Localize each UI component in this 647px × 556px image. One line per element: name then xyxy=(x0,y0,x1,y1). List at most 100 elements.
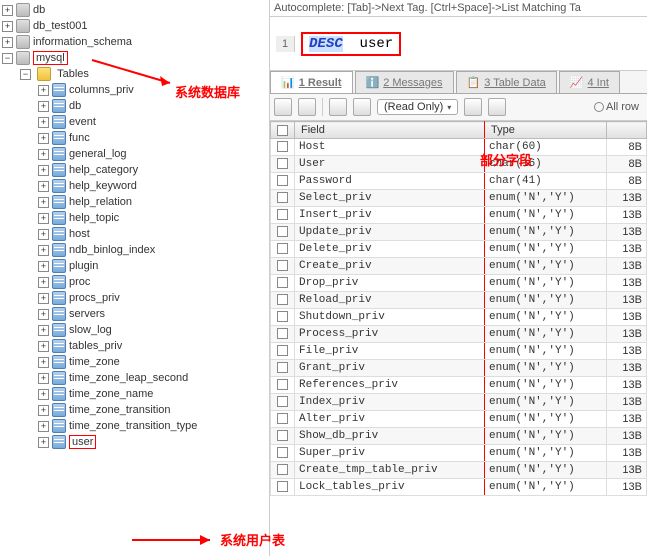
expand-icon[interactable]: + xyxy=(38,181,49,192)
row-checkbox[interactable] xyxy=(271,241,295,258)
table-row[interactable]: Insert_privenum('N','Y')13B xyxy=(271,207,647,224)
expand-icon[interactable]: + xyxy=(38,149,49,160)
tree-table-general_log[interactable]: +general_log xyxy=(38,146,267,162)
copy-icon[interactable] xyxy=(298,98,316,116)
tree-table-event[interactable]: +event xyxy=(38,114,267,130)
table-row[interactable]: Create_privenum('N','Y')13B xyxy=(271,258,647,275)
tree-table-help_category[interactable]: +help_category xyxy=(38,162,267,178)
tree-table-func[interactable]: +func xyxy=(38,130,267,146)
table-row[interactable]: File_privenum('N','Y')13B xyxy=(271,343,647,360)
column-size[interactable] xyxy=(607,122,647,139)
tab-messages[interactable]: ℹ️ 2 Messages xyxy=(355,71,454,93)
tree-table-user[interactable]: +user xyxy=(38,434,267,450)
readonly-dropdown[interactable]: (Read Only) xyxy=(377,99,458,115)
tree-table-ndb_binlog_index[interactable]: +ndb_binlog_index xyxy=(38,242,267,258)
expand-icon[interactable]: + xyxy=(38,117,49,128)
allrow-radio[interactable]: All row xyxy=(594,101,639,113)
tree-db-mysql[interactable]: −mysql xyxy=(2,50,267,66)
tree-table-help_topic[interactable]: +help_topic xyxy=(38,210,267,226)
add-row-icon[interactable] xyxy=(329,98,347,116)
tree-db-information_schema[interactable]: +information_schema xyxy=(2,34,267,50)
row-checkbox[interactable] xyxy=(271,360,295,377)
tree-table-proc[interactable]: +proc xyxy=(38,274,267,290)
table-row[interactable]: Lock_tables_privenum('N','Y')13B xyxy=(271,479,647,496)
tree-table-host[interactable]: +host xyxy=(38,226,267,242)
expand-icon[interactable]: + xyxy=(38,373,49,384)
table-row[interactable]: Reload_privenum('N','Y')13B xyxy=(271,292,647,309)
row-checkbox[interactable] xyxy=(271,428,295,445)
row-checkbox[interactable] xyxy=(271,173,295,190)
tree-table-servers[interactable]: +servers xyxy=(38,306,267,322)
expand-icon[interactable]: + xyxy=(38,261,49,272)
expand-icon[interactable]: + xyxy=(2,21,13,32)
expand-icon[interactable]: + xyxy=(38,165,49,176)
row-checkbox[interactable] xyxy=(271,156,295,173)
expand-icon[interactable]: + xyxy=(38,357,49,368)
tree-table-time_zone_leap_second[interactable]: +time_zone_leap_second xyxy=(38,370,267,386)
table-row[interactable]: Passwordchar(41)8B xyxy=(271,173,647,190)
row-checkbox[interactable] xyxy=(271,207,295,224)
tree-table-time_zone_name[interactable]: +time_zone_name xyxy=(38,386,267,402)
save-icon[interactable] xyxy=(464,98,482,116)
row-checkbox[interactable] xyxy=(271,394,295,411)
checkbox-header[interactable] xyxy=(271,122,295,139)
expand-icon[interactable]: + xyxy=(38,389,49,400)
tree-table-time_zone[interactable]: +time_zone xyxy=(38,354,267,370)
expand-icon[interactable]: + xyxy=(38,421,49,432)
tree-table-slow_log[interactable]: +slow_log xyxy=(38,322,267,338)
tree-table-columns_priv[interactable]: +columns_priv xyxy=(38,82,267,98)
collapse-icon[interactable]: − xyxy=(20,69,31,80)
refresh-icon[interactable] xyxy=(488,98,506,116)
row-checkbox[interactable] xyxy=(271,275,295,292)
table-row[interactable]: Process_privenum('N','Y')13B xyxy=(271,326,647,343)
tree-tables-folder[interactable]: − Tables xyxy=(20,66,267,82)
tree-table-tables_priv[interactable]: +tables_priv xyxy=(38,338,267,354)
expand-icon[interactable]: + xyxy=(38,293,49,304)
tree-table-help_relation[interactable]: +help_relation xyxy=(38,194,267,210)
tree-table-help_keyword[interactable]: +help_keyword xyxy=(38,178,267,194)
row-checkbox[interactable] xyxy=(271,411,295,428)
row-checkbox[interactable] xyxy=(271,258,295,275)
row-checkbox[interactable] xyxy=(271,309,295,326)
expand-icon[interactable]: + xyxy=(38,133,49,144)
row-checkbox[interactable] xyxy=(271,479,295,496)
table-row[interactable]: References_privenum('N','Y')13B xyxy=(271,377,647,394)
duplicate-row-icon[interactable] xyxy=(353,98,371,116)
table-row[interactable]: Update_privenum('N','Y')13B xyxy=(271,224,647,241)
tree-db-db_test001[interactable]: +db_test001 xyxy=(2,18,267,34)
column-field[interactable]: Field xyxy=(295,122,485,139)
expand-icon[interactable]: + xyxy=(2,5,13,16)
expand-icon[interactable]: + xyxy=(38,197,49,208)
expand-icon[interactable]: + xyxy=(38,85,49,96)
column-type[interactable]: Type xyxy=(484,122,606,139)
expand-icon[interactable]: + xyxy=(38,325,49,336)
table-row[interactable]: Index_privenum('N','Y')13B xyxy=(271,394,647,411)
table-row[interactable]: Delete_privenum('N','Y')13B xyxy=(271,241,647,258)
expand-icon[interactable]: + xyxy=(38,341,49,352)
table-row[interactable]: Userchar(16)8B xyxy=(271,156,647,173)
expand-icon[interactable]: + xyxy=(2,37,13,48)
table-row[interactable]: Alter_privenum('N','Y')13B xyxy=(271,411,647,428)
tree-table-time_zone_transition_type[interactable]: +time_zone_transition_type xyxy=(38,418,267,434)
tree-table-procs_priv[interactable]: +procs_priv xyxy=(38,290,267,306)
table-row[interactable]: Create_tmp_table_privenum('N','Y')13B xyxy=(271,462,647,479)
row-checkbox[interactable] xyxy=(271,377,295,394)
expand-icon[interactable]: + xyxy=(38,229,49,240)
table-row[interactable]: Grant_privenum('N','Y')13B xyxy=(271,360,647,377)
expand-icon[interactable]: + xyxy=(38,309,49,320)
row-checkbox[interactable] xyxy=(271,139,295,156)
row-checkbox[interactable] xyxy=(271,224,295,241)
table-row[interactable]: Drop_privenum('N','Y')13B xyxy=(271,275,647,292)
expand-icon[interactable]: + xyxy=(38,277,49,288)
tab-result[interactable]: 📊 1 Result xyxy=(270,71,353,93)
sql-editor[interactable]: 1 DESC user xyxy=(270,17,647,71)
table-row[interactable]: Shutdown_privenum('N','Y')13B xyxy=(271,309,647,326)
export-icon[interactable] xyxy=(274,98,292,116)
expand-icon[interactable]: + xyxy=(38,245,49,256)
table-row[interactable]: Show_db_privenum('N','Y')13B xyxy=(271,428,647,445)
row-checkbox[interactable] xyxy=(271,445,295,462)
table-row[interactable]: Select_privenum('N','Y')13B xyxy=(271,190,647,207)
row-checkbox[interactable] xyxy=(271,343,295,360)
table-row[interactable]: Hostchar(60)8B xyxy=(271,139,647,156)
row-checkbox[interactable] xyxy=(271,292,295,309)
